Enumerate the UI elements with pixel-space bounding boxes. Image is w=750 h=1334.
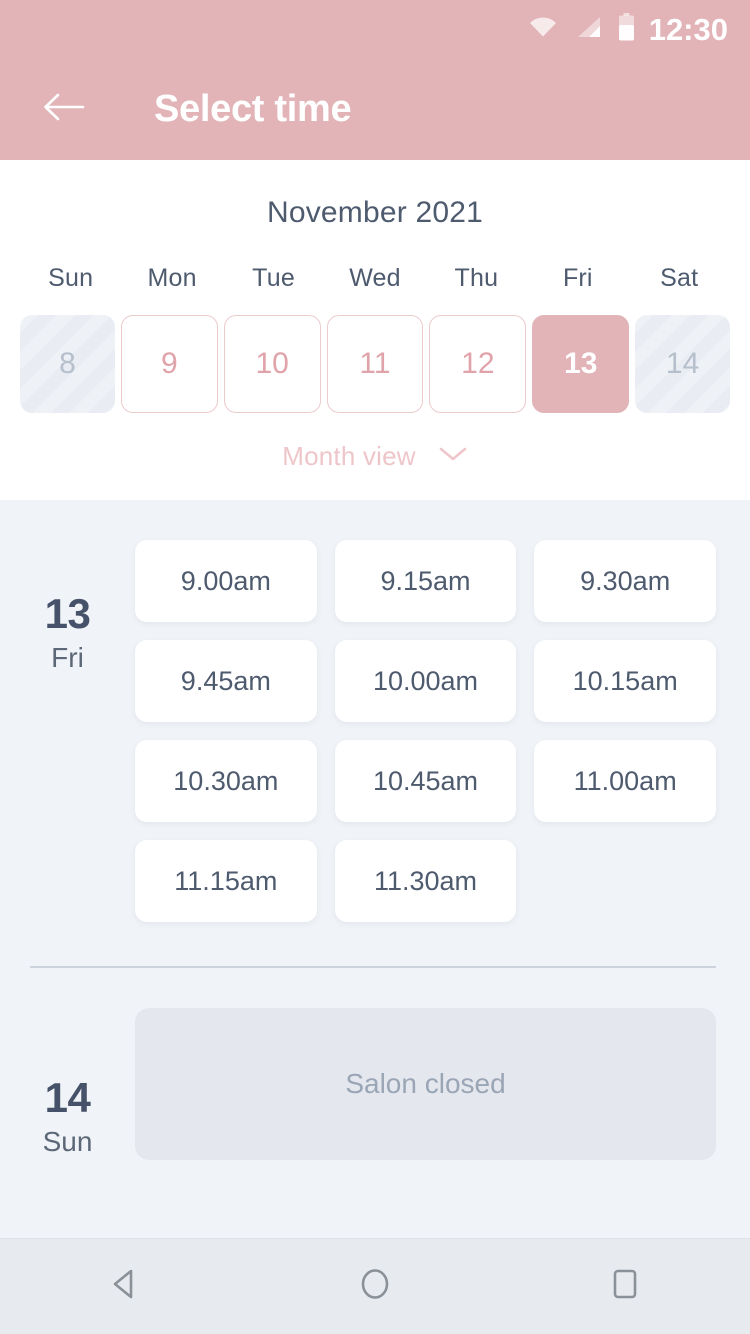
weekday-label-sat: Sat: [660, 264, 699, 292]
time-slot[interactable]: 10.15am: [534, 640, 716, 722]
back-arrow-icon: [42, 91, 86, 128]
android-back-icon: [104, 1263, 146, 1310]
page-title: Select time: [154, 87, 352, 130]
android-home-icon: [354, 1263, 396, 1310]
time-slot[interactable]: 11.00am: [534, 740, 716, 822]
android-recents-icon: [604, 1263, 646, 1310]
time-slot[interactable]: 9.15am: [334, 540, 517, 622]
wifi-icon: [528, 15, 558, 44]
day-group-weekday: Sun: [42, 1126, 93, 1158]
status-bar: 12:30: [0, 0, 750, 58]
time-slot[interactable]: 10.45am: [334, 740, 517, 822]
android-nav-bar: [0, 1238, 750, 1334]
time-slot[interactable]: 11.30am: [334, 840, 517, 922]
section-divider-wrap: [0, 922, 750, 968]
salon-closed-card: Salon closed: [135, 1008, 716, 1160]
weekday-label-tue: Tue: [252, 264, 295, 292]
weekday-label-sun: Sun: [48, 264, 94, 292]
calendar-panel: November 2021 Sun Mon Tue Wed Thu Fri Sa…: [0, 160, 750, 500]
day-group-14: 14 Sun Salon closed: [0, 968, 750, 1161]
calendar-day-13[interactable]: 13: [532, 315, 630, 413]
cellular-signal-icon: [574, 15, 602, 44]
weekday-label-wed: Wed: [349, 264, 401, 292]
weekday-label-fri: Fri: [562, 264, 593, 292]
time-slot[interactable]: 9.30am: [534, 540, 716, 622]
calendar-day-12[interactable]: 12: [429, 315, 527, 413]
day-group-weekday: Fri: [51, 642, 84, 674]
time-slot[interactable]: 9.45am: [135, 640, 317, 722]
time-slot[interactable]: 10.30am: [135, 740, 317, 822]
day-group-number: 13: [44, 590, 91, 637]
slots-grid-13: 9.00am 9.15am 9.30am 9.45am 10.00am 10.1…: [135, 540, 716, 922]
chevron-down-icon: [438, 445, 468, 468]
nav-recents-button[interactable]: [570, 1239, 680, 1334]
month-view-toggle[interactable]: Month view: [0, 413, 750, 472]
battery-icon: [618, 12, 635, 46]
weekday-header-row: Sun Mon Tue Wed Thu Fri Sat: [0, 230, 750, 293]
status-bar-time: 12:30: [648, 11, 728, 47]
weekday-label-mon: Mon: [147, 264, 197, 292]
time-slot[interactable]: 9.00am: [135, 540, 317, 622]
calendar-day-9[interactable]: 9: [120, 315, 218, 413]
calendar-day-8: 8: [20, 315, 115, 413]
status-icons: [528, 12, 635, 46]
day-group-label-13: 13 Fri: [0, 540, 135, 677]
calendar-day-14: 14: [635, 315, 731, 413]
calendar-day-11[interactable]: 11: [326, 315, 424, 413]
time-slot[interactable]: 10.00am: [334, 640, 517, 722]
time-slots-area: 13 Fri 9.00am 9.15am 9.30am 9.45am 10.00…: [0, 500, 750, 1238]
nav-home-button[interactable]: [320, 1239, 430, 1334]
weekday-label-thu: Thu: [454, 264, 499, 292]
nav-back-button[interactable]: [70, 1239, 180, 1334]
month-view-label: Month view: [282, 441, 416, 471]
phone-screen: 12:30 Select time November 2021 Sun Mon …: [0, 0, 750, 1334]
time-slot[interactable]: 11.15am: [135, 840, 317, 922]
back-button[interactable]: [36, 81, 92, 137]
calendar-days-row: 8 9 10 11 12 13 14: [0, 293, 750, 413]
day-group-number: 14: [44, 1074, 91, 1121]
app-bar: Select time: [0, 58, 750, 160]
day-group-label-14: 14 Sun: [0, 1008, 135, 1161]
calendar-day-10[interactable]: 10: [223, 315, 321, 413]
day-group-13: 13 Fri 9.00am 9.15am 9.30am 9.45am 10.00…: [0, 500, 750, 922]
month-title: November 2021: [266, 196, 484, 229]
